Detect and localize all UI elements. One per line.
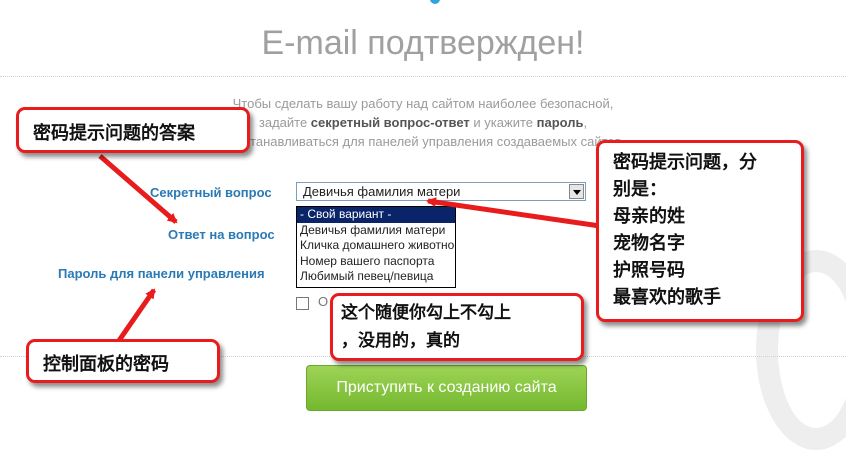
arrow-to-dropdown	[426, 197, 601, 229]
callout-line: 别是：	[613, 179, 667, 200]
callout-questions-list: 密码提示问题，分 别是： 母亲的姓 宠物名字 护照号码 最喜欢的歌手	[596, 140, 804, 322]
callout-password-note: 控制面板的密码	[26, 339, 220, 383]
callout-secret-answer-note: 密码提示问题的答案	[16, 107, 250, 153]
callout-line: 这个随便你勾上不勾上	[341, 303, 511, 323]
callout-line: 密码提示问题，分	[613, 152, 757, 173]
callout-text: 控制面板的密码	[43, 354, 169, 375]
callout-line: 最喜欢的歌手	[613, 287, 721, 308]
callout-line: 护照号码	[613, 260, 685, 281]
callout-line: 母亲的姓	[613, 206, 685, 227]
callout-text: 密码提示问题的答案	[33, 123, 195, 144]
arrow-to-password-label	[115, 288, 157, 344]
callout-line: ，没用的，真的	[341, 331, 460, 351]
arrow-to-answer-field	[98, 154, 178, 224]
callout-line: 宠物名字	[613, 233, 685, 254]
callout-checkbox-note: 这个随便你勾上不勾上 ，没用的，真的	[330, 293, 584, 361]
